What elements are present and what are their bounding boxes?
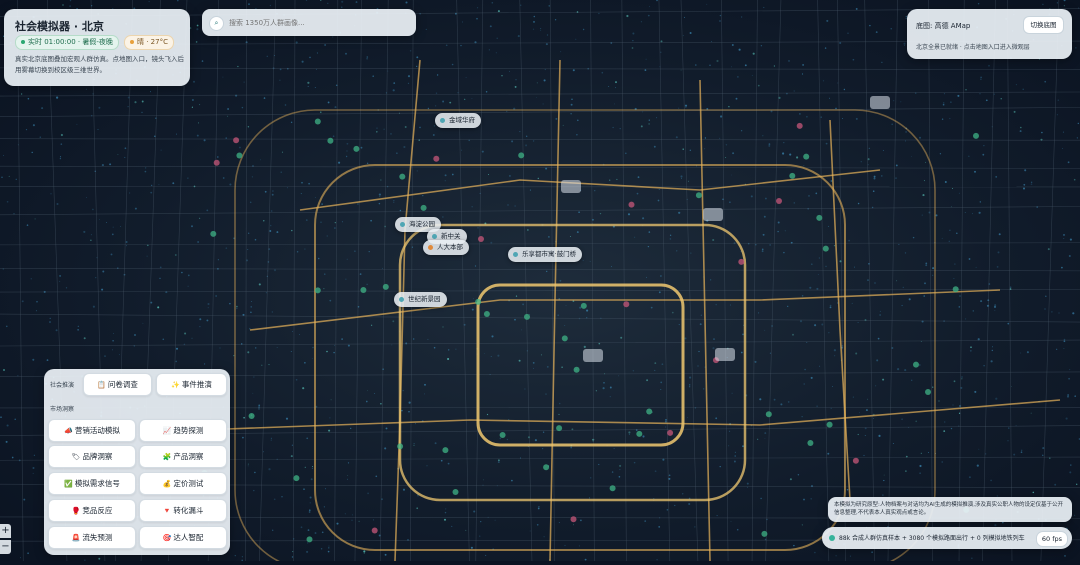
pricing-test-button[interactable]: 💰定价测试 (139, 472, 227, 495)
survey-button[interactable]: 📋问卷调查 (83, 373, 152, 396)
clipboard-icon: 📋 (97, 381, 106, 389)
poi-dot-icon (399, 297, 404, 302)
conversion-funnel-button[interactable]: 🔻转化漏斗 (139, 499, 227, 522)
target-icon: 🎯 (163, 534, 172, 542)
map-building-marker[interactable] (583, 349, 603, 362)
poi-dot-icon (432, 234, 437, 239)
trend-detection-button[interactable]: 📈趋势探测 (139, 419, 227, 442)
map-building-marker[interactable] (870, 96, 890, 109)
map-building-marker[interactable] (703, 208, 723, 221)
influencer-match-button[interactable]: 🎯达人智配 (139, 526, 227, 549)
switch-basemap-button[interactable]: 切换底图 (1023, 16, 1064, 34)
map-building-marker[interactable] (561, 180, 581, 193)
event-simulation-button[interactable]: ✨事件推演 (156, 373, 227, 396)
market-panel: 社会推演 📋问卷调查 ✨事件推演 市场洞察 📣营销活动模拟 📈趋势探测 🏷品牌洞… (44, 369, 230, 555)
poi-dot-icon (513, 252, 518, 257)
search-input[interactable] (229, 16, 409, 29)
churn-prediction-button[interactable]: 🚨流失预测 (48, 526, 136, 549)
sun-icon (130, 40, 134, 44)
tag-icon: 🏷 (72, 453, 81, 461)
app-description: 真实北京底图叠加宏观人群仿真。点地图入口，镜头飞入后用雾幕切换到校区级三维世界。 (15, 54, 187, 76)
search-bar[interactable]: ⌕ (202, 9, 416, 36)
chart-up-icon: 📈 (163, 427, 172, 435)
marketing-sim-button[interactable]: 📣营销活动模拟 (48, 419, 136, 442)
weather-chip: 晴 · 27°C (124, 35, 174, 50)
competitor-reaction-button[interactable]: 🥊竞品反应 (48, 499, 136, 522)
megaphone-icon: 📣 (64, 427, 73, 435)
time-chip: 实时 01:00:00 · 暑假-夜晚 (15, 35, 119, 50)
basemap-description: 北京全景已就绪 · 点击地图入口进入微观层 (916, 42, 1030, 51)
product-insight-button[interactable]: 🧩产品洞察 (139, 445, 227, 468)
check-icon: ✅ (64, 480, 73, 488)
poi-label[interactable]: 金域华府 (435, 113, 481, 128)
money-bag-icon: 💰 (163, 480, 172, 488)
simulation-stats: 88k 合成人群仿真样本 + 3080 个模拟路面出行 + 0 列模拟地铁列车 (839, 533, 1025, 542)
poi-label-highlighted[interactable]: 人大本部 (423, 240, 469, 255)
status-dot-icon (829, 535, 835, 541)
fps-counter: 60 fps (1036, 531, 1068, 547)
disclaimer-text: 本模拟为研究原型:人物档案与对话均为AI生成的模拟推演,涉及真实公职人物的设定仅… (834, 501, 1068, 517)
basemap-panel: 底图: 高德 AMap 切换底图 北京全景已就绪 · 点击地图入口进入微观层 (907, 9, 1072, 59)
sparkle-icon: ✨ (171, 381, 180, 389)
app-title: 社会模拟器 · 北京 (15, 18, 104, 34)
funnel-icon: 🔻 (163, 507, 172, 515)
boxing-glove-icon: 🥊 (72, 507, 81, 515)
zoom-in-button[interactable]: + (0, 524, 11, 538)
brand-insight-button[interactable]: 🏷品牌洞察 (48, 445, 136, 468)
section-label-market: 市场洞察 (50, 404, 74, 413)
siren-icon: 🚨 (72, 534, 81, 542)
simulation-status-bar: 88k 合成人群仿真样本 + 3080 个模拟路面出行 + 0 列模拟地铁列车 … (822, 527, 1072, 549)
section-label-social: 社会推演 (50, 380, 74, 389)
poi-dot-icon (428, 245, 433, 250)
app-info-panel: 社会模拟器 · 北京 实时 01:00:00 · 暑假-夜晚 晴 · 27°C … (4, 9, 190, 86)
poi-dot-icon (400, 222, 405, 227)
disclaimer-box: 本模拟为研究原型:人物档案与对话均为AI生成的模拟推演,涉及真实公职人物的设定仅… (828, 497, 1072, 522)
poi-dot-icon (440, 118, 445, 123)
poi-label[interactable]: 世纪新景园 (394, 292, 447, 307)
zoom-out-button[interactable]: − (0, 540, 11, 554)
puzzle-icon: 🧩 (163, 453, 172, 461)
live-dot-icon (21, 40, 25, 44)
poi-label[interactable]: 乐享都市寓·鼓门桥 (508, 247, 582, 262)
search-icon[interactable]: ⌕ (209, 16, 224, 31)
map-building-marker[interactable] (715, 348, 735, 361)
demand-signal-button[interactable]: ✅模拟需求信号 (48, 472, 136, 495)
basemap-title: 底图: 高德 AMap (916, 21, 970, 31)
